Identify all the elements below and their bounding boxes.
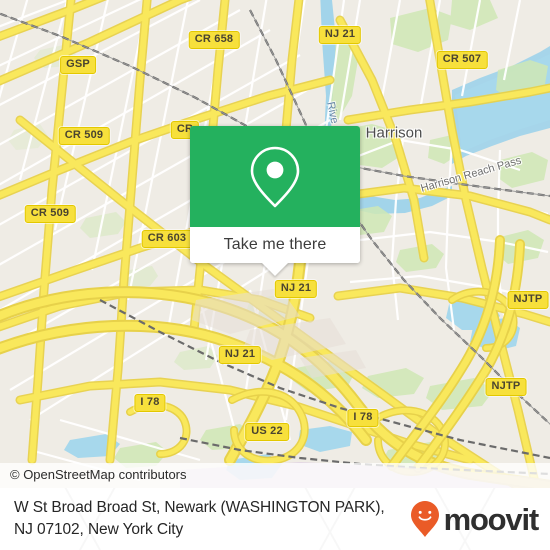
shield-nj-21-mid[interactable]: NJ 21 <box>274 280 318 298</box>
map-viewport[interactable]: Harrison Rive Harrison Reach Pass CR 658… <box>0 0 550 488</box>
map-pin-icon <box>250 146 300 207</box>
address-footer: W St Broad Broad St, Newark (WASHINGTON … <box>0 488 550 550</box>
shield-i-78-west[interactable]: I 78 <box>134 394 166 412</box>
address-line-1: W St Broad Broad St, Newark (WASHINGTON … <box>14 499 385 516</box>
place-label-harrison: Harrison <box>365 124 423 142</box>
map-attribution[interactable]: © OpenStreetMap contributors <box>0 463 550 488</box>
shield-cr-603[interactable]: CR 603 <box>141 230 193 248</box>
address-text: W St Broad Broad St, Newark (WASHINGTON … <box>14 497 410 541</box>
card-image-area <box>190 126 360 227</box>
address-line-2: NJ 07102, New York City <box>14 521 184 538</box>
shield-gsp[interactable]: GSP <box>60 56 96 74</box>
moovit-wordmark: moovit <box>443 501 540 537</box>
card-action-bar[interactable]: Take me there <box>190 227 360 263</box>
moovit-map-screenshot: Harrison Rive Harrison Reach Pass CR 658… <box>0 0 550 550</box>
shield-cr-507[interactable]: CR 507 <box>436 51 488 69</box>
card-pointer-tail <box>261 262 289 276</box>
moovit-pin-icon <box>410 501 439 537</box>
shield-us-22[interactable]: US 22 <box>245 423 289 441</box>
shield-i-78-east[interactable]: I 78 <box>347 409 379 427</box>
shield-njtp-upper[interactable]: NJTP <box>507 291 549 309</box>
shield-nj-21-south[interactable]: NJ 21 <box>218 346 262 364</box>
shield-cr-509-upper[interactable]: CR 509 <box>58 127 110 145</box>
attribution-text: © OpenStreetMap contributors <box>10 467 187 482</box>
moovit-brand[interactable]: moovit <box>410 500 540 538</box>
shield-nj-21-north[interactable]: NJ 21 <box>318 26 362 44</box>
take-me-there-card[interactable]: Take me there <box>190 126 360 276</box>
shield-njtp-lower[interactable]: NJTP <box>485 378 527 396</box>
take-me-there-label: Take me there <box>223 236 327 253</box>
shield-cr-509-lower[interactable]: CR 509 <box>24 205 76 223</box>
shield-cr-658[interactable]: CR 658 <box>188 31 240 49</box>
